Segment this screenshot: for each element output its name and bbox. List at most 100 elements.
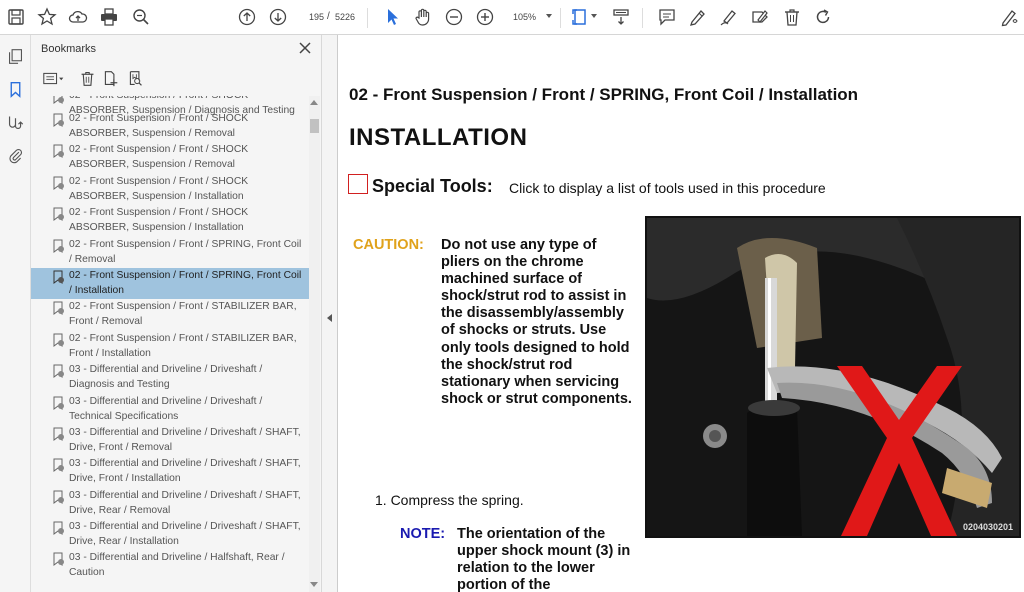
print-icon[interactable] [98, 6, 120, 28]
comment-icon[interactable] [656, 6, 678, 28]
caution-label: CAUTION: [353, 237, 424, 253]
highlight-icon[interactable] [687, 6, 709, 28]
collapse-panel-icon[interactable] [327, 314, 332, 322]
zoom-search-icon[interactable] [130, 6, 152, 28]
edit-sign-icon[interactable] [749, 6, 771, 28]
bookmark-item-selected[interactable]: 02 - Front Suspension / Front / SPRING, … [31, 267, 311, 300]
bookmark-item[interactable]: 02 - Front Suspension / Front / SHOCK AB… [31, 111, 311, 142]
page-up-icon[interactable] [236, 6, 258, 28]
chevron-down-icon[interactable] [546, 14, 552, 18]
bookmark-label: 02 - Front Suspension / Front / STABILIZ… [69, 332, 297, 359]
toolbar-divider [560, 8, 561, 28]
photo-illustration [647, 218, 1019, 536]
bookmark-item[interactable]: 03 - Differential and Driveline / Halfsh… [31, 550, 311, 581]
bookmark-label: 03 - Differential and Driveline / Halfsh… [69, 552, 285, 579]
bookmark-icon [52, 239, 66, 253]
scroll-down-icon[interactable] [310, 582, 318, 587]
bookmark-scrollbar[interactable] [309, 96, 320, 592]
bookmark-label: 03 - Differential and Driveline / Drives… [69, 458, 301, 485]
scroll-thumb[interactable] [310, 119, 319, 133]
bookmark-label: 03 - Differential and Driveline / Drives… [69, 489, 301, 516]
bookmark-item[interactable]: 02 - Front Suspension / Front / SHOCK AB… [31, 174, 311, 205]
page-total: 5226 [335, 12, 356, 22]
note-text: The orientation of the upper shock mount… [457, 526, 631, 592]
hand-icon[interactable] [412, 6, 434, 28]
note-label: NOTE: [400, 526, 446, 542]
bookmark-icon [52, 333, 66, 347]
bookmark-item[interactable]: 03 - Differential and Driveline / Drives… [31, 362, 311, 393]
bookmark-item[interactable]: 03 - Differential and Driveline / Drives… [31, 456, 311, 487]
caution-text: Do not use any type of pliers on the chr… [441, 237, 632, 407]
bookmark-item[interactable]: 03 - Differential and Driveline / Drives… [31, 425, 311, 456]
panel-splitter[interactable] [322, 35, 338, 592]
draw-icon[interactable] [718, 6, 740, 28]
upload-icon[interactable] [67, 6, 89, 28]
document-page: 02 - Front Suspension / Front / SPRING, … [339, 36, 1024, 592]
bookmarks-icon[interactable] [5, 79, 25, 99]
main-toolbar: 195 / 5226 105% [0, 0, 1024, 35]
bookmark-star-icon[interactable] [36, 6, 58, 28]
attachments-icon[interactable] [5, 145, 25, 165]
scroll-up-icon[interactable] [310, 100, 318, 105]
bookmark-icon [52, 427, 66, 441]
special-tools-link[interactable]: Click to display a list of tools used in… [509, 180, 826, 196]
panel-title: Bookmarks [41, 43, 97, 55]
photo-caption: 0204030201 [962, 522, 1013, 532]
bookmark-label: 02 - Front Suspension / Front / STABILIZ… [69, 301, 297, 328]
document-heading: 02 - Front Suspension / Front / SPRING, … [349, 85, 859, 104]
bookmark-label: 02 - Front Suspension / Front / SHOCK AB… [69, 113, 249, 139]
bookmark-label: 02 - Front Suspension / Front / SPRING, … [69, 238, 302, 265]
delete-bookmark-icon[interactable] [77, 68, 97, 88]
pages-icon[interactable] [5, 46, 25, 66]
bookmark-icon [52, 270, 66, 284]
zoom-out-icon[interactable] [443, 6, 465, 28]
bookmark-label: 03 - Differential and Driveline / Drives… [69, 364, 263, 391]
fit-page-icon[interactable] [570, 6, 592, 28]
bookmark-label: 02 - Front Suspension / Front / SPRING, … [69, 269, 302, 296]
special-tools-label: Special Tools: [372, 176, 493, 196]
bookmark-label: 03 - Differential and Driveline / Drives… [69, 521, 301, 548]
section-title: INSTALLATION [349, 124, 528, 151]
bookmark-item[interactable]: 03 - Differential and Driveline / Drives… [31, 394, 311, 425]
options-menu-icon[interactable] [41, 68, 67, 88]
bookmark-icon [52, 96, 66, 104]
bookmark-label: 03 - Differential and Driveline / Drives… [69, 395, 263, 422]
bookmark-icon [52, 490, 66, 504]
bookmark-item[interactable]: 03 - Differential and Driveline / Drives… [31, 519, 311, 550]
close-icon[interactable] [297, 40, 313, 56]
bookmark-item[interactable]: 02 - Front Suspension / Front / STABILIZ… [31, 331, 311, 362]
page-separator: / [327, 11, 330, 22]
bookmark-icon [52, 458, 66, 473]
bookmark-icon [52, 301, 66, 316]
bookmark-icon [52, 521, 66, 536]
page-number-input[interactable]: 195 [298, 8, 324, 27]
delete-icon[interactable] [781, 6, 803, 28]
bookmark-icon [52, 113, 66, 127]
bookmark-item[interactable]: 03 - Differential and Driveline / Drives… [31, 488, 311, 519]
pliers-warning-photo: 0204030201 [645, 216, 1021, 538]
bookmark-icon [52, 552, 66, 567]
bookmark-item[interactable]: 02 - Front Suspension / Front / SHOCK AB… [31, 96, 311, 116]
special-tools-checkbox-icon[interactable] [348, 174, 368, 194]
bookmark-label: 02 - Front Suspension / Front / SHOCK AB… [69, 207, 249, 234]
bookmark-label: 03 - Differential and Driveline / Drives… [69, 426, 301, 453]
chevron-down-icon[interactable] [591, 14, 597, 18]
add-bookmark-icon[interactable] [100, 68, 120, 88]
signatures-icon[interactable] [5, 112, 25, 132]
find-bookmark-icon[interactable] [125, 68, 145, 88]
bookmark-icon [52, 396, 66, 410]
select-cursor-icon[interactable] [381, 6, 403, 28]
step-1: 1. Compress the spring. [375, 492, 524, 508]
bookmark-item[interactable]: 02 - Front Suspension / Front / SHOCK AB… [31, 205, 311, 236]
toolbar-divider [367, 8, 368, 28]
save-icon[interactable] [5, 6, 27, 28]
rotate-icon[interactable] [812, 6, 834, 28]
zoom-in-icon[interactable] [474, 6, 496, 28]
scroll-mode-icon[interactable] [610, 6, 632, 28]
bookmark-item[interactable]: 02 - Front Suspension / Front / STABILIZ… [31, 299, 311, 330]
fill-sign-icon[interactable] [999, 6, 1021, 28]
left-navigation-rail [0, 35, 31, 592]
page-down-icon[interactable] [267, 6, 289, 28]
bookmark-item[interactable]: 02 - Front Suspension / Front / SPRING, … [31, 237, 311, 268]
bookmark-item[interactable]: 02 - Front Suspension / Front / SHOCK AB… [31, 142, 311, 173]
